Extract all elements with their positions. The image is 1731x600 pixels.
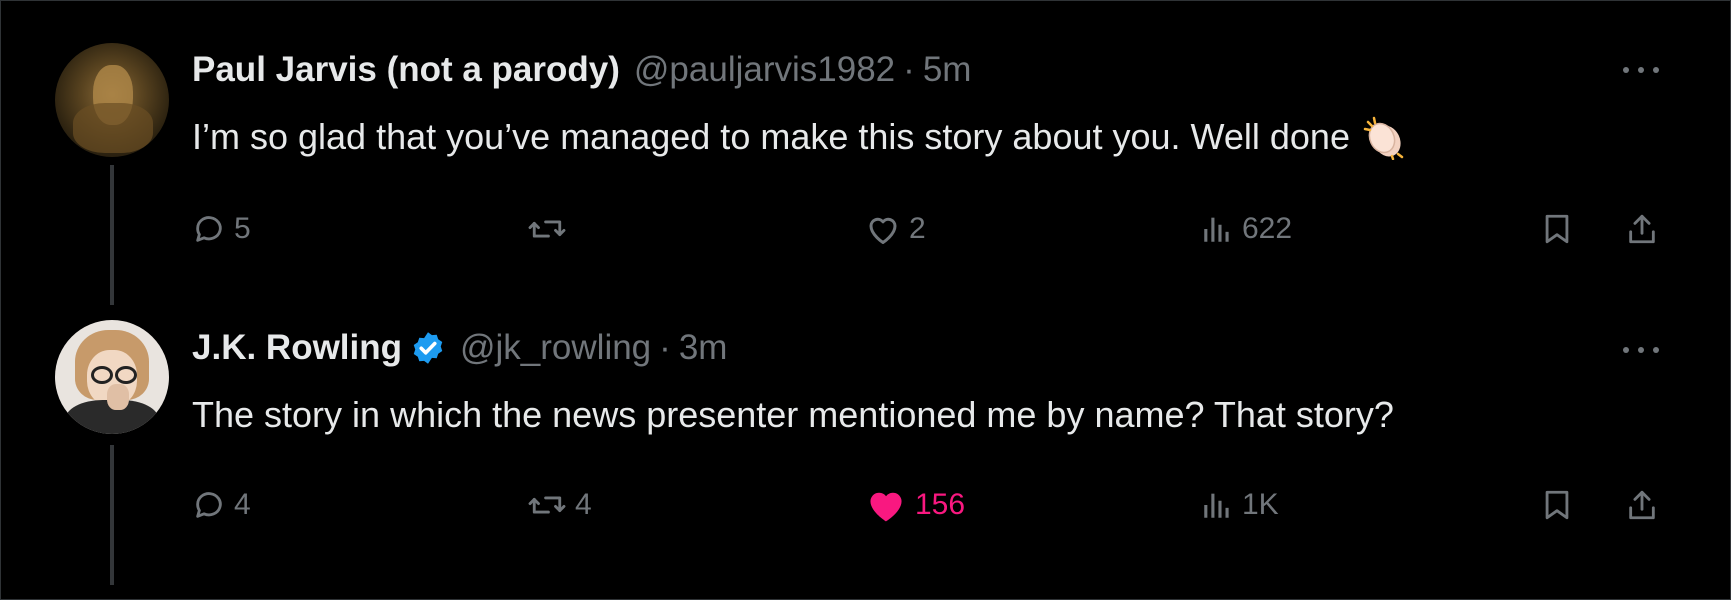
tweet[interactable]: J.K. Rowling @jk_rowling · 3m The story … <box>0 300 1731 600</box>
views-button[interactable]: 622 <box>1200 204 1292 254</box>
more-options-icon[interactable] <box>1623 60 1659 80</box>
reply-button[interactable]: 4 <box>192 480 251 530</box>
like-count: 2 <box>909 212 926 245</box>
share-button[interactable] <box>1625 480 1659 530</box>
tweet-header: J.K. Rowling @jk_rowling · 3m <box>192 324 727 372</box>
views-count: 1K <box>1242 488 1279 521</box>
tweet-text-content: I’m so glad that you’ve managed to make … <box>192 116 1350 157</box>
reply-button[interactable]: 5 <box>192 204 251 254</box>
share-icon <box>1629 214 1655 244</box>
avatar-detail <box>115 366 137 384</box>
tweet-actions: 4 4 156 1K <box>0 480 1731 530</box>
share-icon <box>1629 490 1655 520</box>
reply-count: 5 <box>234 212 251 245</box>
share-button[interactable] <box>1625 204 1659 254</box>
verified-badge-icon[interactable] <box>410 330 446 366</box>
retweet-icon <box>528 496 566 514</box>
avatar[interactable] <box>55 43 169 157</box>
author-handle[interactable]: @jk_rowling <box>460 328 651 368</box>
tweet[interactable]: Paul Jarvis (not a parody) @pauljarvis19… <box>0 0 1731 300</box>
like-button[interactable]: 156 <box>865 480 965 530</box>
bookmark-button[interactable] <box>1540 480 1574 530</box>
clapping-hands-icon <box>1362 114 1408 160</box>
tweet-text: The story in which the news presenter me… <box>192 390 1394 440</box>
reply-icon <box>196 492 222 518</box>
like-button[interactable]: 2 <box>865 204 926 254</box>
avatar-detail <box>91 366 113 384</box>
timestamp[interactable]: 5m <box>923 50 972 90</box>
tweet-text: I’m so glad that you’ve managed to make … <box>192 112 1408 162</box>
timestamp[interactable]: 3m <box>679 328 728 368</box>
tweet-header: Paul Jarvis (not a parody) @pauljarvis19… <box>192 46 971 94</box>
avatar-detail <box>107 384 129 410</box>
heart-icon <box>869 217 897 244</box>
retweet-button[interactable]: 4 <box>527 480 592 530</box>
reply-count: 4 <box>234 488 251 521</box>
retweet-icon <box>528 220 566 238</box>
heart-filled-icon <box>870 492 902 522</box>
retweet-count: 4 <box>575 488 592 521</box>
retweet-button[interactable] <box>527 204 575 254</box>
author-name[interactable]: J.K. Rowling <box>192 328 402 368</box>
separator: · <box>903 50 915 89</box>
author-handle[interactable]: @pauljarvis1982 <box>634 50 895 90</box>
like-count: 156 <box>915 488 966 521</box>
analytics-icon <box>1204 217 1229 242</box>
avatar[interactable] <box>55 320 169 434</box>
bookmark-icon <box>1545 214 1569 244</box>
views-button[interactable]: 1K <box>1200 480 1279 530</box>
bookmark-icon <box>1545 490 1569 520</box>
bookmark-button[interactable] <box>1540 204 1574 254</box>
tweet-text-content: The story in which the news presenter me… <box>192 394 1394 435</box>
views-count: 622 <box>1242 212 1293 245</box>
avatar-detail <box>73 103 153 153</box>
separator: · <box>659 328 671 367</box>
author-name[interactable]: Paul Jarvis (not a parody) <box>192 50 620 90</box>
reply-icon <box>196 216 222 242</box>
analytics-icon <box>1204 493 1229 518</box>
more-options-icon[interactable] <box>1623 340 1659 360</box>
tweet-actions: 5 2 622 <box>0 204 1731 254</box>
